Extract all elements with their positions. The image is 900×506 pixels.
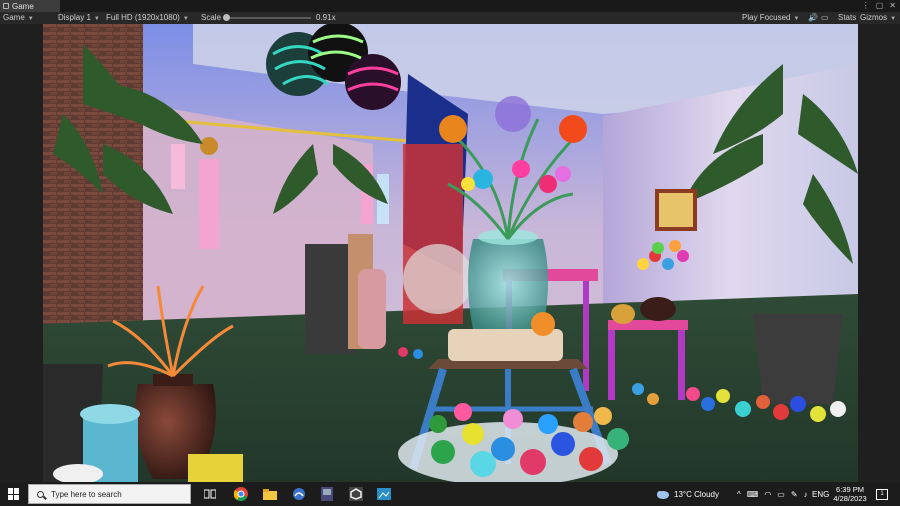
volume-icon[interactable]: ♪ <box>804 490 808 499</box>
wifi-icon[interactable]: ◠ <box>764 490 771 499</box>
tab-game-label: Game <box>12 1 34 11</box>
file-explorer-icon[interactable] <box>261 485 279 503</box>
photos-app-icon[interactable] <box>290 485 308 503</box>
taskbar-search-box[interactable]: Type here to search <box>28 484 191 504</box>
scale-value: 0.91x <box>316 13 336 22</box>
scale-slider-track[interactable] <box>226 17 311 19</box>
clock-time: 6:39 PM <box>836 485 864 494</box>
game-view-icon <box>3 3 9 9</box>
display-dropdown-label: Display 1 <box>58 13 91 22</box>
weather-text: 13°C Cloudy <box>674 489 719 499</box>
tab-game[interactable]: Game <box>0 0 60 12</box>
game-toolbar: Game ▼ Display 1 ▼ Full HD (1920x1080) ▼ Sc… <box>0 12 900 24</box>
chevron-down-icon: ▼ <box>93 16 100 22</box>
chrome-icon[interactable] <box>232 485 250 503</box>
stats-button[interactable]: Stats <box>838 12 856 24</box>
game-viewport[interactable] <box>43 24 858 482</box>
gizmos-label: Gizmos <box>860 13 888 22</box>
play-mode-label: Play Focused <box>742 13 791 22</box>
start-button[interactable] <box>8 488 20 500</box>
mode-dropdown-label: Game <box>3 13 25 22</box>
task-view-icon[interactable] <box>201 485 219 503</box>
mute-audio-icon[interactable]: 🔊 <box>808 12 818 24</box>
chevron-down-icon: ▼ <box>890 16 897 22</box>
chevron-up-icon[interactable]: ^ <box>737 490 741 499</box>
chevron-down-icon: ▼ <box>182 16 189 22</box>
viewport-letterbox-left <box>0 24 43 482</box>
touch-keyboard-icon[interactable]: ⌨ <box>747 490 759 499</box>
game-scene-render <box>43 24 858 482</box>
media-app-icon[interactable] <box>318 485 336 503</box>
display-dropdown[interactable]: Display 1 ▼ <box>58 12 100 24</box>
windows-taskbar: Type here to search 13°C Cloudy ^ ⌨ ◠ ▭ … <box>0 482 900 506</box>
unity-icon[interactable] <box>347 485 365 503</box>
search-icon <box>37 490 44 498</box>
notification-center[interactable]: 1 <box>876 482 888 506</box>
maximize-icon[interactable]: ▢ <box>876 1 884 10</box>
more-options-icon[interactable]: ⋮ <box>862 1 870 10</box>
chevron-down-icon: ▼ <box>793 16 800 22</box>
clock-date: 4/28/2023 <box>833 494 867 503</box>
cloud-icon <box>657 491 669 499</box>
cast-icon[interactable]: ▭ <box>777 490 785 499</box>
scale-label: Scale <box>201 13 222 22</box>
taskbar-clock[interactable]: 6:39 PM 4/28/2023 <box>830 485 870 503</box>
weather-widget[interactable]: 13°C Cloudy <box>655 482 719 506</box>
toggle-icon[interactable]: ▭ <box>821 12 829 24</box>
chevron-down-icon: ▼ <box>27 16 34 22</box>
play-mode-dropdown[interactable]: Play Focused ▼ <box>742 12 799 24</box>
system-tray: ^ ⌨ ◠ ▭ ✎ ♪ <box>737 482 808 506</box>
resolution-dropdown[interactable]: Full HD (1920x1080) ▼ <box>106 12 189 24</box>
tab-bar: Game ⋮ ▢ ✕ <box>0 0 900 12</box>
close-icon[interactable]: ✕ <box>889 1 896 10</box>
resolution-dropdown-label: Full HD (1920x1080) <box>106 13 180 22</box>
viewport-letterbox-right <box>858 24 900 482</box>
scale-slider-handle[interactable] <box>223 14 230 21</box>
search-placeholder: Type here to search <box>51 489 122 499</box>
game-window-icon[interactable] <box>375 485 393 503</box>
pen-icon[interactable]: ✎ <box>791 490 798 499</box>
mode-dropdown[interactable]: Game ▼ <box>3 12 34 24</box>
window-controls: ⋮ ▢ ✕ <box>862 1 896 10</box>
notification-icon: 1 <box>876 488 888 500</box>
language-indicator[interactable]: ENG <box>812 482 829 506</box>
gizmos-dropdown[interactable]: Gizmos ▼ <box>860 12 896 24</box>
